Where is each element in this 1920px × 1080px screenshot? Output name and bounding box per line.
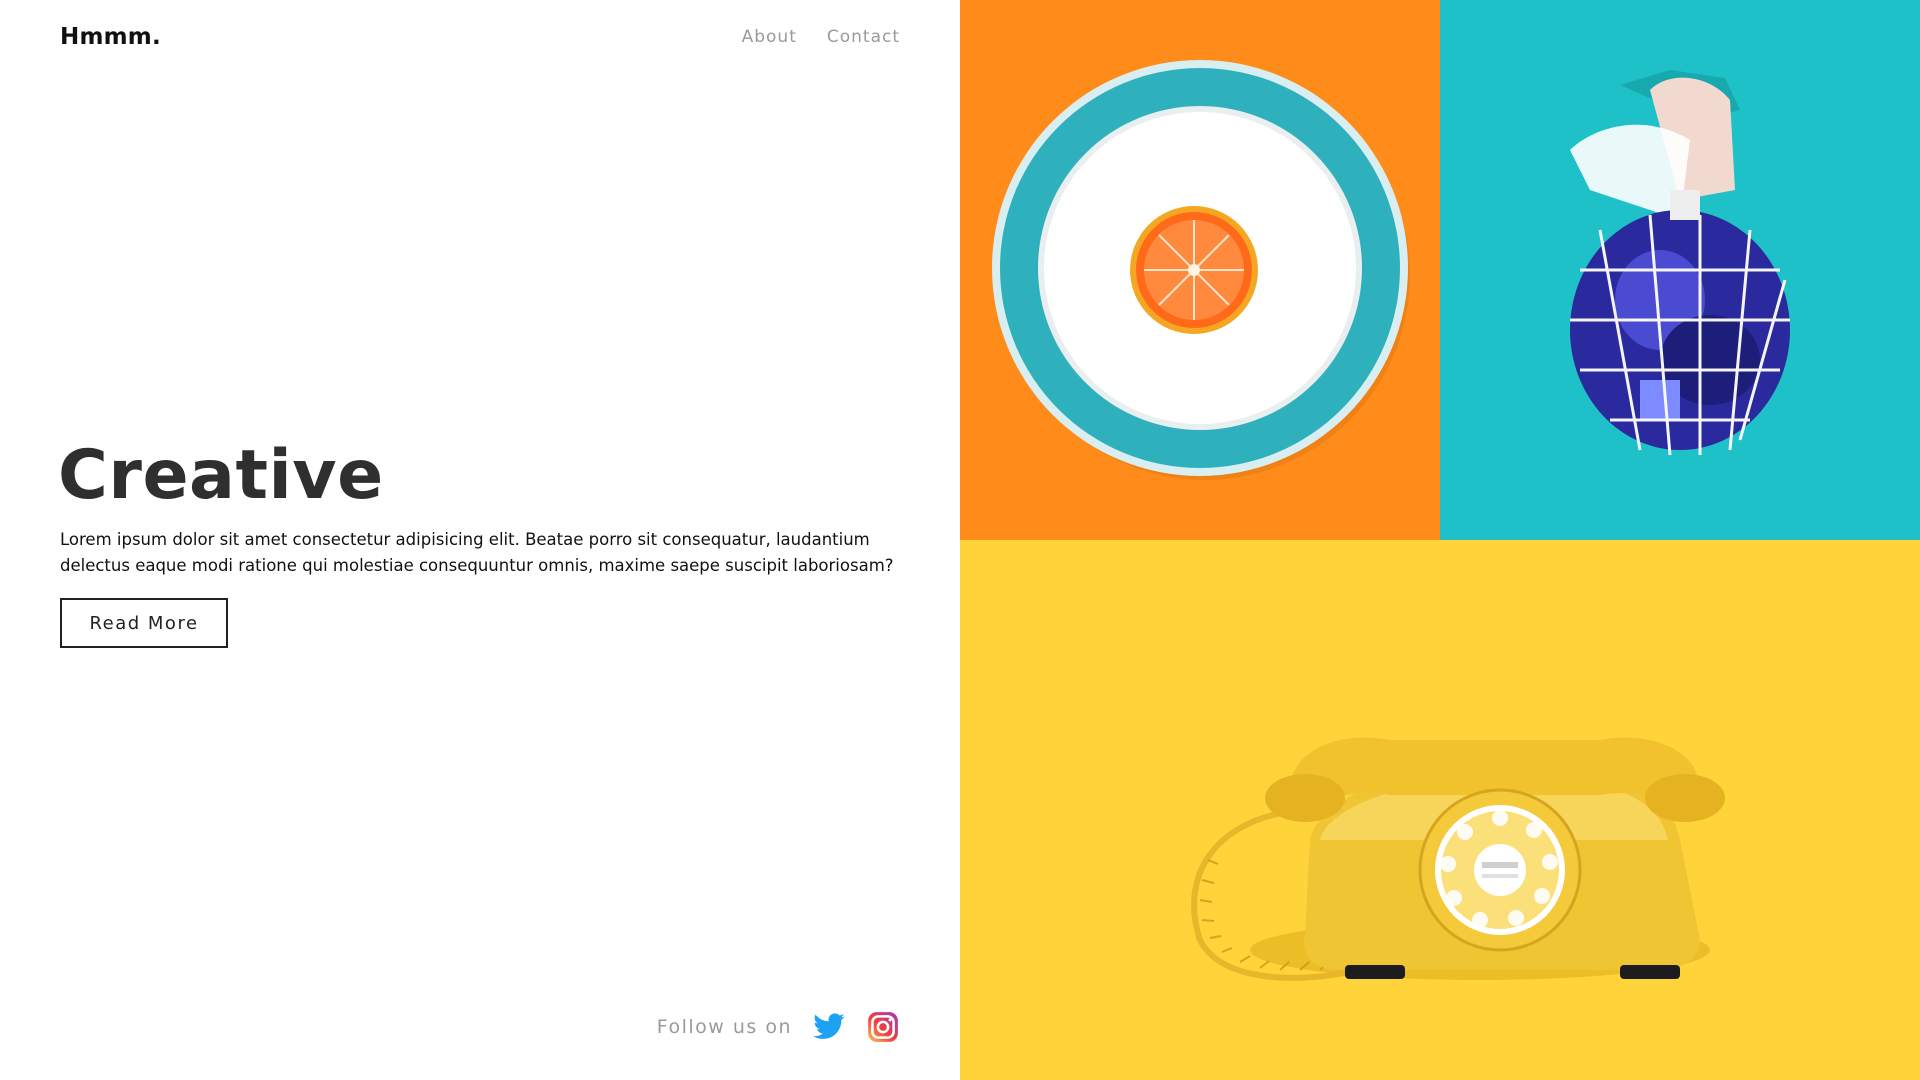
telephone-image: [960, 540, 1920, 1080]
follow-label: Follow us on: [656, 1016, 792, 1038]
social-follow: Follow us on: [657, 1010, 900, 1044]
read-more-button[interactable]: Read More: [60, 598, 228, 648]
hero-description: Lorem ipsum dolor sit amet consectetur a…: [60, 530, 894, 575]
twitter-icon[interactable]: [812, 1010, 846, 1044]
gallery-image-net-bag[interactable]: [1440, 0, 1920, 540]
nav-link-about[interactable]: About: [742, 27, 797, 47]
hero-title: Creative: [58, 436, 384, 515]
gallery-image-orange-plate[interactable]: [960, 0, 1440, 540]
site-logo[interactable]: Hmmm.: [60, 24, 161, 50]
top-nav: About Contact: [742, 27, 900, 47]
orange-plate-image: [960, 0, 1440, 540]
left-panel: Hmmm. About Contact Creative Lorem ipsum…: [0, 0, 960, 1080]
instagram-icon[interactable]: [866, 1010, 900, 1044]
nav-link-contact[interactable]: Contact: [827, 27, 900, 47]
gallery-image-telephone[interactable]: [960, 540, 1920, 1080]
image-gallery: [960, 0, 1920, 1080]
net-bag-image: [1440, 0, 1920, 540]
